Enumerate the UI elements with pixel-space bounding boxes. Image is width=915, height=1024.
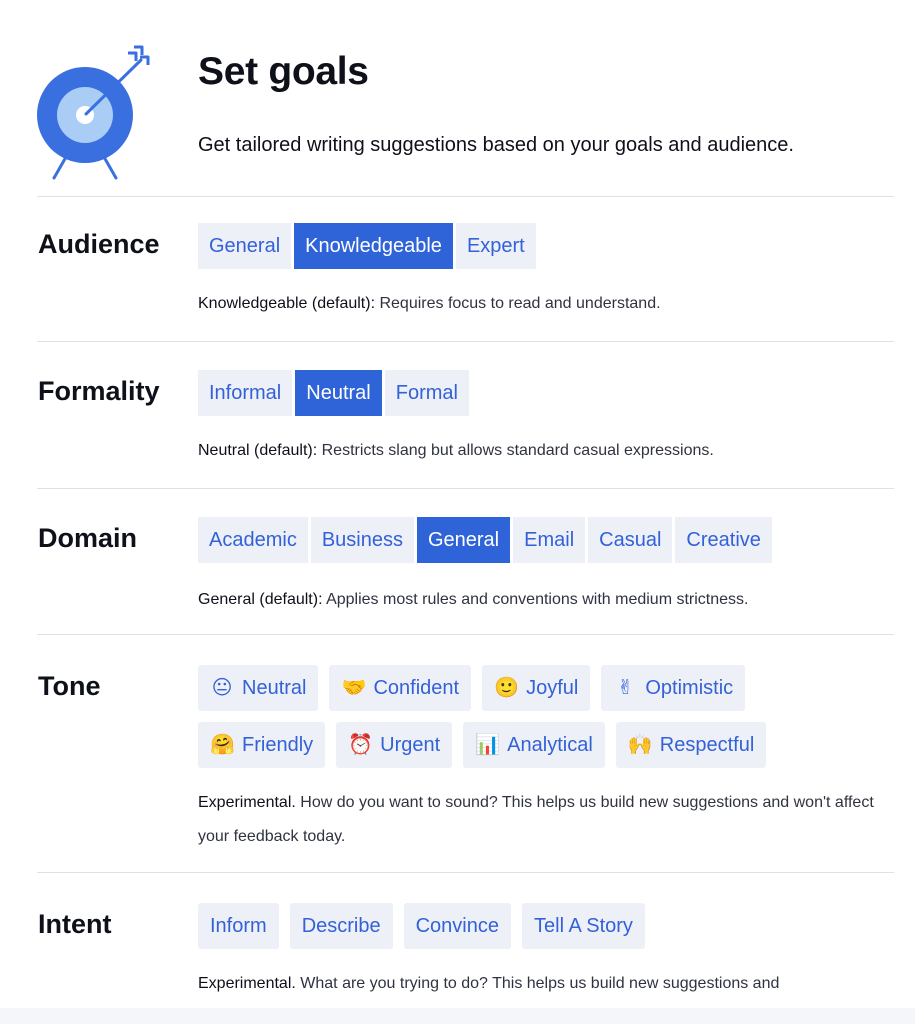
audience-label: Audience bbox=[38, 229, 160, 259]
handshake-icon: 🤝 bbox=[341, 677, 367, 699]
tone-chip-label: Urgent bbox=[380, 734, 441, 756]
audience-selector: General Knowledgeable Expert bbox=[198, 223, 539, 269]
divider bbox=[37, 341, 894, 342]
footer-bar bbox=[0, 1008, 915, 1024]
audience-option-knowledgeable[interactable]: Knowledgeable bbox=[294, 223, 453, 269]
formality-selector: Informal Neutral Formal bbox=[198, 370, 472, 416]
tone-desc-text: How do you want to sound? This helps us … bbox=[198, 794, 874, 845]
audience-option-expert[interactable]: Expert bbox=[455, 223, 536, 269]
formality-option-informal[interactable]: Informal bbox=[198, 370, 293, 416]
tone-chip-label: Analytical bbox=[507, 734, 593, 756]
smiling-face-icon: 🙂 bbox=[494, 677, 520, 699]
intent-chips: Inform Describe Convince Tell A Story bbox=[198, 903, 656, 949]
tone-chip-friendly[interactable]: 🤗 Friendly bbox=[198, 722, 326, 768]
divider bbox=[37, 634, 894, 635]
intent-chip-convince[interactable]: Convince bbox=[403, 903, 511, 949]
tone-chip-label: Respectful bbox=[659, 734, 755, 756]
formality-description: Neutral (default): Restricts slang but a… bbox=[198, 434, 878, 468]
formality-label: Formality bbox=[38, 376, 160, 406]
intent-description: Experimental. What are you trying to do?… bbox=[198, 967, 878, 1001]
neutral-face-icon: 😐 bbox=[211, 677, 233, 699]
audience-desc-text: Requires focus to read and understand. bbox=[375, 295, 661, 312]
domain-selector: Academic Business General Email Casual C… bbox=[198, 517, 775, 563]
intent-desc-bold: Experimental. bbox=[198, 975, 296, 992]
tone-chip-joyful[interactable]: 🙂 Joyful bbox=[482, 665, 591, 711]
tone-chip-confident[interactable]: 🤝 Confident bbox=[329, 665, 472, 711]
tone-chip-urgent[interactable]: ⏰ Urgent bbox=[336, 722, 453, 768]
domain-option-business[interactable]: Business bbox=[310, 517, 414, 563]
domain-option-casual[interactable]: Casual bbox=[588, 517, 673, 563]
tone-chip-label: Neutral bbox=[242, 677, 307, 699]
intent-desc-text: What are you trying to do? This helps us… bbox=[295, 975, 780, 992]
tone-label: Tone bbox=[38, 671, 101, 701]
intent-label: Intent bbox=[38, 909, 112, 939]
target-icon bbox=[37, 45, 150, 180]
page-title: Set goals bbox=[198, 50, 369, 93]
bar-chart-icon: 📊 bbox=[475, 734, 501, 756]
audience-desc-bold: Knowledgeable (default): bbox=[198, 295, 376, 312]
intent-chip-describe[interactable]: Describe bbox=[289, 903, 393, 949]
domain-desc-text: Applies most rules and conventions with … bbox=[322, 591, 749, 608]
domain-label: Domain bbox=[38, 523, 138, 553]
tone-chip-optimistic[interactable]: ✌ Optimistic bbox=[601, 665, 746, 711]
domain-option-creative[interactable]: Creative bbox=[675, 517, 772, 563]
domain-option-academic[interactable]: Academic bbox=[198, 517, 308, 563]
domain-option-general[interactable]: General bbox=[416, 517, 511, 563]
formality-option-formal[interactable]: Formal bbox=[384, 370, 469, 416]
tone-chip-analytical[interactable]: 📊 Analytical bbox=[463, 722, 605, 768]
hugging-face-icon: 🤗 bbox=[210, 734, 235, 756]
tone-chip-label: Optimistic bbox=[645, 677, 734, 699]
page-subtitle: Get tailored writing suggestions based o… bbox=[198, 134, 794, 156]
audience-option-general[interactable]: General bbox=[198, 223, 292, 269]
formality-desc-bold: Neutral (default): bbox=[198, 442, 318, 459]
domain-desc-bold: General (default): bbox=[198, 591, 323, 608]
tone-desc-bold: Experimental. bbox=[198, 794, 296, 811]
victory-hand-icon: ✌ bbox=[616, 677, 634, 699]
intent-chip-inform[interactable]: Inform bbox=[198, 903, 279, 949]
domain-description: General (default): Applies most rules an… bbox=[198, 583, 878, 617]
divider bbox=[37, 488, 894, 489]
divider bbox=[37, 872, 894, 873]
intent-chip-tell-a-story[interactable]: Tell A Story bbox=[522, 903, 645, 949]
divider bbox=[37, 196, 894, 197]
tone-chip-label: Friendly bbox=[242, 734, 314, 756]
header: Set goals Get tailored writing suggestio… bbox=[0, 0, 915, 197]
tone-description: Experimental. How do you want to sound? … bbox=[198, 786, 878, 854]
audience-description: Knowledgeable (default): Requires focus … bbox=[198, 287, 878, 321]
tone-chip-neutral[interactable]: 😐 Neutral bbox=[198, 665, 319, 711]
formality-option-neutral[interactable]: Neutral bbox=[295, 370, 382, 416]
tone-chip-label: Joyful bbox=[526, 677, 579, 699]
tone-row-2: 🤗 Friendly ⏰ Urgent 📊 Analytical 🙌 Respectfu… bbox=[198, 722, 777, 768]
tone-row-1: 😐 Neutral 🤝 Confident 🙂 Joyful ✌ Optimistic bbox=[198, 665, 756, 711]
raising-hands-icon: 🙌 bbox=[627, 734, 653, 756]
formality-desc-text: Restricts slang but allows standard casu… bbox=[317, 442, 714, 459]
domain-option-email[interactable]: Email bbox=[513, 517, 586, 563]
alarm-clock-icon: ⏰ bbox=[348, 734, 374, 756]
tone-chip-respectful[interactable]: 🙌 Respectful bbox=[615, 722, 767, 768]
tone-chip-label: Confident bbox=[373, 677, 460, 699]
